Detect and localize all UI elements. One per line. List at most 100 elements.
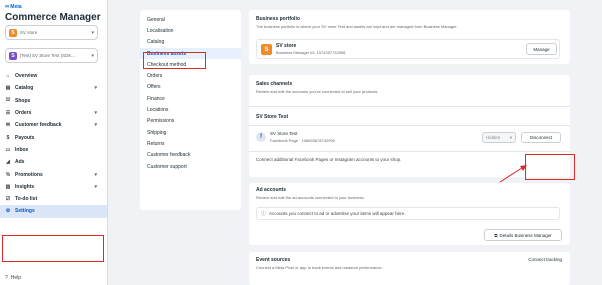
help-link[interactable]: ? Help (5, 275, 21, 281)
page-meta: Facebook Page · 108693678742990 (270, 138, 335, 143)
divider (249, 151, 570, 152)
ads-icon: ◢ (6, 159, 10, 166)
insights-icon: ▥ (5, 183, 11, 190)
info-icon: ⓘ (261, 211, 267, 217)
chevron-down-icon: ▾ (94, 85, 97, 92)
chevron-down-icon: ▾ (91, 29, 94, 36)
manage-button[interactable]: Manage (526, 43, 557, 55)
submenu-item-orders[interactable]: Orders (140, 70, 241, 81)
ad-accounts-notice: ⓘ Accounts you connect to ad or advertis… (256, 207, 560, 220)
visibility-select[interactable]: Hidden ▾ (482, 132, 516, 143)
store-header: SV Store Test (256, 114, 289, 120)
sidebar-item-label: Overview (15, 73, 38, 80)
account-dropdown[interactable]: S SV store ▾ (5, 25, 98, 40)
account-avatar: S (9, 28, 17, 37)
submenu-item-general[interactable]: General (140, 14, 241, 25)
sidebar-item-customer-feedback[interactable]: ✉ Customer feedback ▾ (0, 119, 107, 131)
shop-icon: ⛫ (5, 97, 11, 104)
business-portfolio-title: Business portfolio (256, 16, 300, 22)
submenu-item-finance[interactable]: Finance (140, 93, 241, 104)
annotation-box-settings (2, 235, 104, 262)
disconnect-button[interactable]: Disconnect (521, 132, 561, 143)
sidebar-item-overview[interactable]: ⌂ Overview (0, 70, 107, 82)
sidebar-item-promotions[interactable]: % Promotions ▾ (0, 168, 107, 180)
submenu-item-locations[interactable]: Locations (140, 104, 241, 115)
event-sources-title: Event sources (256, 257, 291, 263)
sidebar-item-catalog[interactable]: ▤ Catalog ▾ (0, 82, 107, 94)
business-manager-label: Details Business Manager (499, 232, 552, 238)
help-label: Help (10, 275, 22, 281)
sidebar-item-label: Orders (15, 110, 32, 117)
sidebar-item-insights[interactable]: ▥ Insights ▾ (0, 181, 107, 193)
business-portfolio-description: The business portfolio is where your SV … (256, 24, 458, 29)
sidebar-item-payouts[interactable]: $ Payouts (0, 131, 107, 143)
store-section: SV Store Test f SV Store Test Facebook P… (249, 106, 570, 204)
sidebar-item-label: Ads (15, 159, 25, 166)
annotation-box-business-assets (143, 52, 206, 69)
sidebar-item-label: Payouts (15, 134, 35, 141)
todo-icon: ☑ (5, 196, 11, 203)
meta-logo[interactable]: ∞ Meta (5, 4, 22, 10)
sidebar-item-label: Settings (15, 208, 35, 215)
submenu-item-catalog[interactable]: Catalog (140, 37, 241, 48)
sidebar-item-inbox[interactable]: ▭ Inbox (0, 144, 107, 156)
business-manager-button[interactable]: ⧉ Details Business Manager (484, 229, 562, 241)
submenu-item-localisation[interactable]: Localisation (140, 25, 241, 36)
sidebar-item-to-do-list[interactable]: ☑ To-do list (0, 193, 107, 205)
sidebar-nav: ⌂ Overview ▤ Catalog ▾ ⛫ Shops ☰ Orders ▾ ✉ Custome… (0, 70, 107, 218)
chevron-down-icon: ▾ (509, 134, 512, 140)
visibility-select-label: Hidden (486, 135, 501, 140)
business-portfolio-card: Business portfolio The business portfoli… (249, 10, 570, 64)
meta-logo-text: Meta (10, 4, 22, 10)
event-sources-card: Event sources Connect a Meta Pixel or ap… (249, 252, 570, 285)
sales-channels-description: Review and edit the accounts you've conn… (256, 89, 379, 94)
divider (249, 125, 570, 126)
business-portfolio-row: S SV store Business Manager ID: 10742577… (256, 39, 560, 59)
ad-accounts-notice-text: Accounts you connect to ad or advertise … (269, 211, 406, 216)
ad-accounts-card: Ad accounts Review and edit the ad accou… (249, 183, 570, 245)
business-meta: Business Manager ID: 1074257732508 (276, 50, 346, 55)
orders-icon: ☰ (5, 110, 11, 117)
submenu-item-customer-feedback[interactable]: Customer feedback (140, 150, 241, 161)
meta-infinity-icon: ∞ (5, 4, 10, 10)
submenu-item-returns[interactable]: Returns (140, 138, 241, 149)
submenu-item-customer-support[interactable]: Customer support (140, 161, 241, 172)
external-link-icon: ⧉ (494, 232, 498, 238)
shop-dropdown-label: [Test] SV Store Test (SDK... (20, 53, 76, 58)
sidebar-item-label: Shops (15, 97, 31, 104)
sidebar-item-label: Promotions (15, 171, 43, 178)
chevron-down-icon: ▾ (91, 52, 94, 59)
gear-icon: ⚙ (5, 208, 11, 215)
sales-channels-title: Sales channels (256, 81, 293, 87)
annotation-box-connect (525, 154, 575, 180)
promotions-icon: % (5, 171, 11, 178)
connect-tracking-link[interactable]: Connect tracking (528, 257, 562, 262)
sidebar-item-label: Customer feedback (15, 122, 62, 129)
submenu-item-permissions[interactable]: Permissions (140, 116, 241, 127)
event-sources-description: Connect a Meta Pixel or app to track eve… (256, 265, 383, 270)
page-name: SV Store Test (270, 131, 298, 136)
account-dropdown-label: SV store (20, 30, 38, 35)
help-icon: ? (5, 275, 8, 281)
sidebar-item-shops[interactable]: ⛫ Shops (0, 95, 107, 107)
sidebar-item-orders[interactable]: ☰ Orders ▾ (0, 107, 107, 119)
inbox-icon: ▭ (5, 146, 11, 153)
sidebar-item-label: To-do list (15, 196, 38, 203)
sidebar-item-settings[interactable]: ⚙ Settings (0, 205, 107, 218)
submenu-item-shipping[interactable]: Shipping (140, 127, 241, 138)
sales-channels-card: Sales channels Review and edit the accou… (249, 75, 570, 204)
business-name: SV store (276, 43, 297, 49)
sidebar-item-ads[interactable]: ◢ Ads (0, 156, 107, 168)
ad-accounts-title: Ad accounts (256, 187, 287, 193)
shop-dropdown[interactable]: S [Test] SV Store Test (SDK... ▾ (5, 48, 98, 63)
chevron-down-icon: ▾ (94, 171, 97, 178)
shop-avatar: S (9, 51, 17, 60)
ad-accounts-description: Review and edit the ad accounts connecte… (256, 195, 365, 200)
submenu-item-offers[interactable]: Offers (140, 82, 241, 93)
catalog-icon: ▤ (5, 85, 11, 92)
chevron-down-icon: ▾ (94, 122, 97, 129)
feedback-icon: ✉ (5, 122, 11, 129)
chevron-down-icon: ▾ (94, 110, 97, 117)
sidebar-item-label: Inbox (15, 146, 29, 153)
facebook-page-icon: f (256, 132, 266, 142)
